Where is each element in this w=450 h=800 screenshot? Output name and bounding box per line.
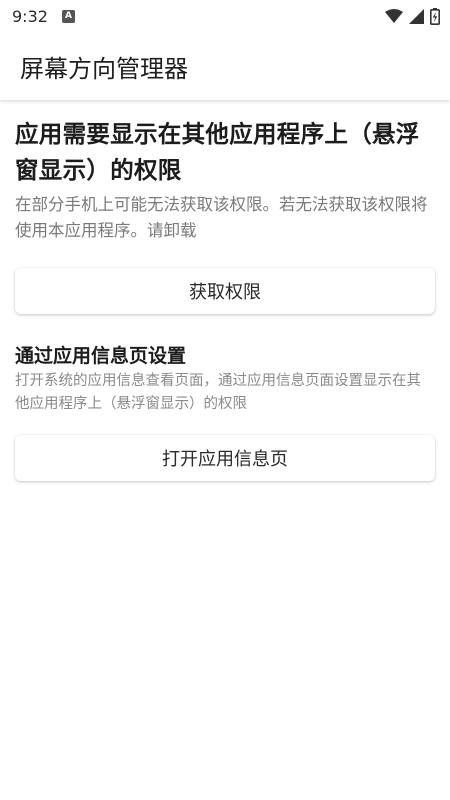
open-app-info-button[interactable]: 打开应用信息页 [15, 435, 435, 481]
permission-heading: 应用需要显示在其他应用程序上（悬浮窗显示）的权限 [15, 120, 420, 184]
main-content: 应用需要显示在其他应用程序上（悬浮窗显示）的权限 在部分手机上可能无法获取该权限… [0, 100, 450, 481]
cell-signal-icon [409, 8, 424, 24]
battery-charging-icon [430, 7, 440, 25]
app-info-description: 打开系统的应用信息查看页面，通过应用信息页面设置显示在其他应用程序上（悬浮窗显示… [15, 373, 421, 412]
wifi-icon [385, 8, 403, 23]
status-bar: 9:32 A [0, 0, 450, 32]
app-info-heading: 通过应用信息页设置 [15, 345, 187, 367]
permission-description: 在部分手机上可能无法获取该权限。若无法获取该权限将使用本应用程序。请卸载 [15, 195, 428, 240]
status-icons [385, 7, 440, 25]
notification-badge-icon: A [61, 9, 75, 23]
get-permission-button[interactable]: 获取权限 [15, 268, 435, 314]
app-title: 屏幕方向管理器 [20, 54, 188, 83]
status-time: 9:32 [12, 6, 48, 26]
app-bar: 屏幕方向管理器 [0, 32, 450, 100]
